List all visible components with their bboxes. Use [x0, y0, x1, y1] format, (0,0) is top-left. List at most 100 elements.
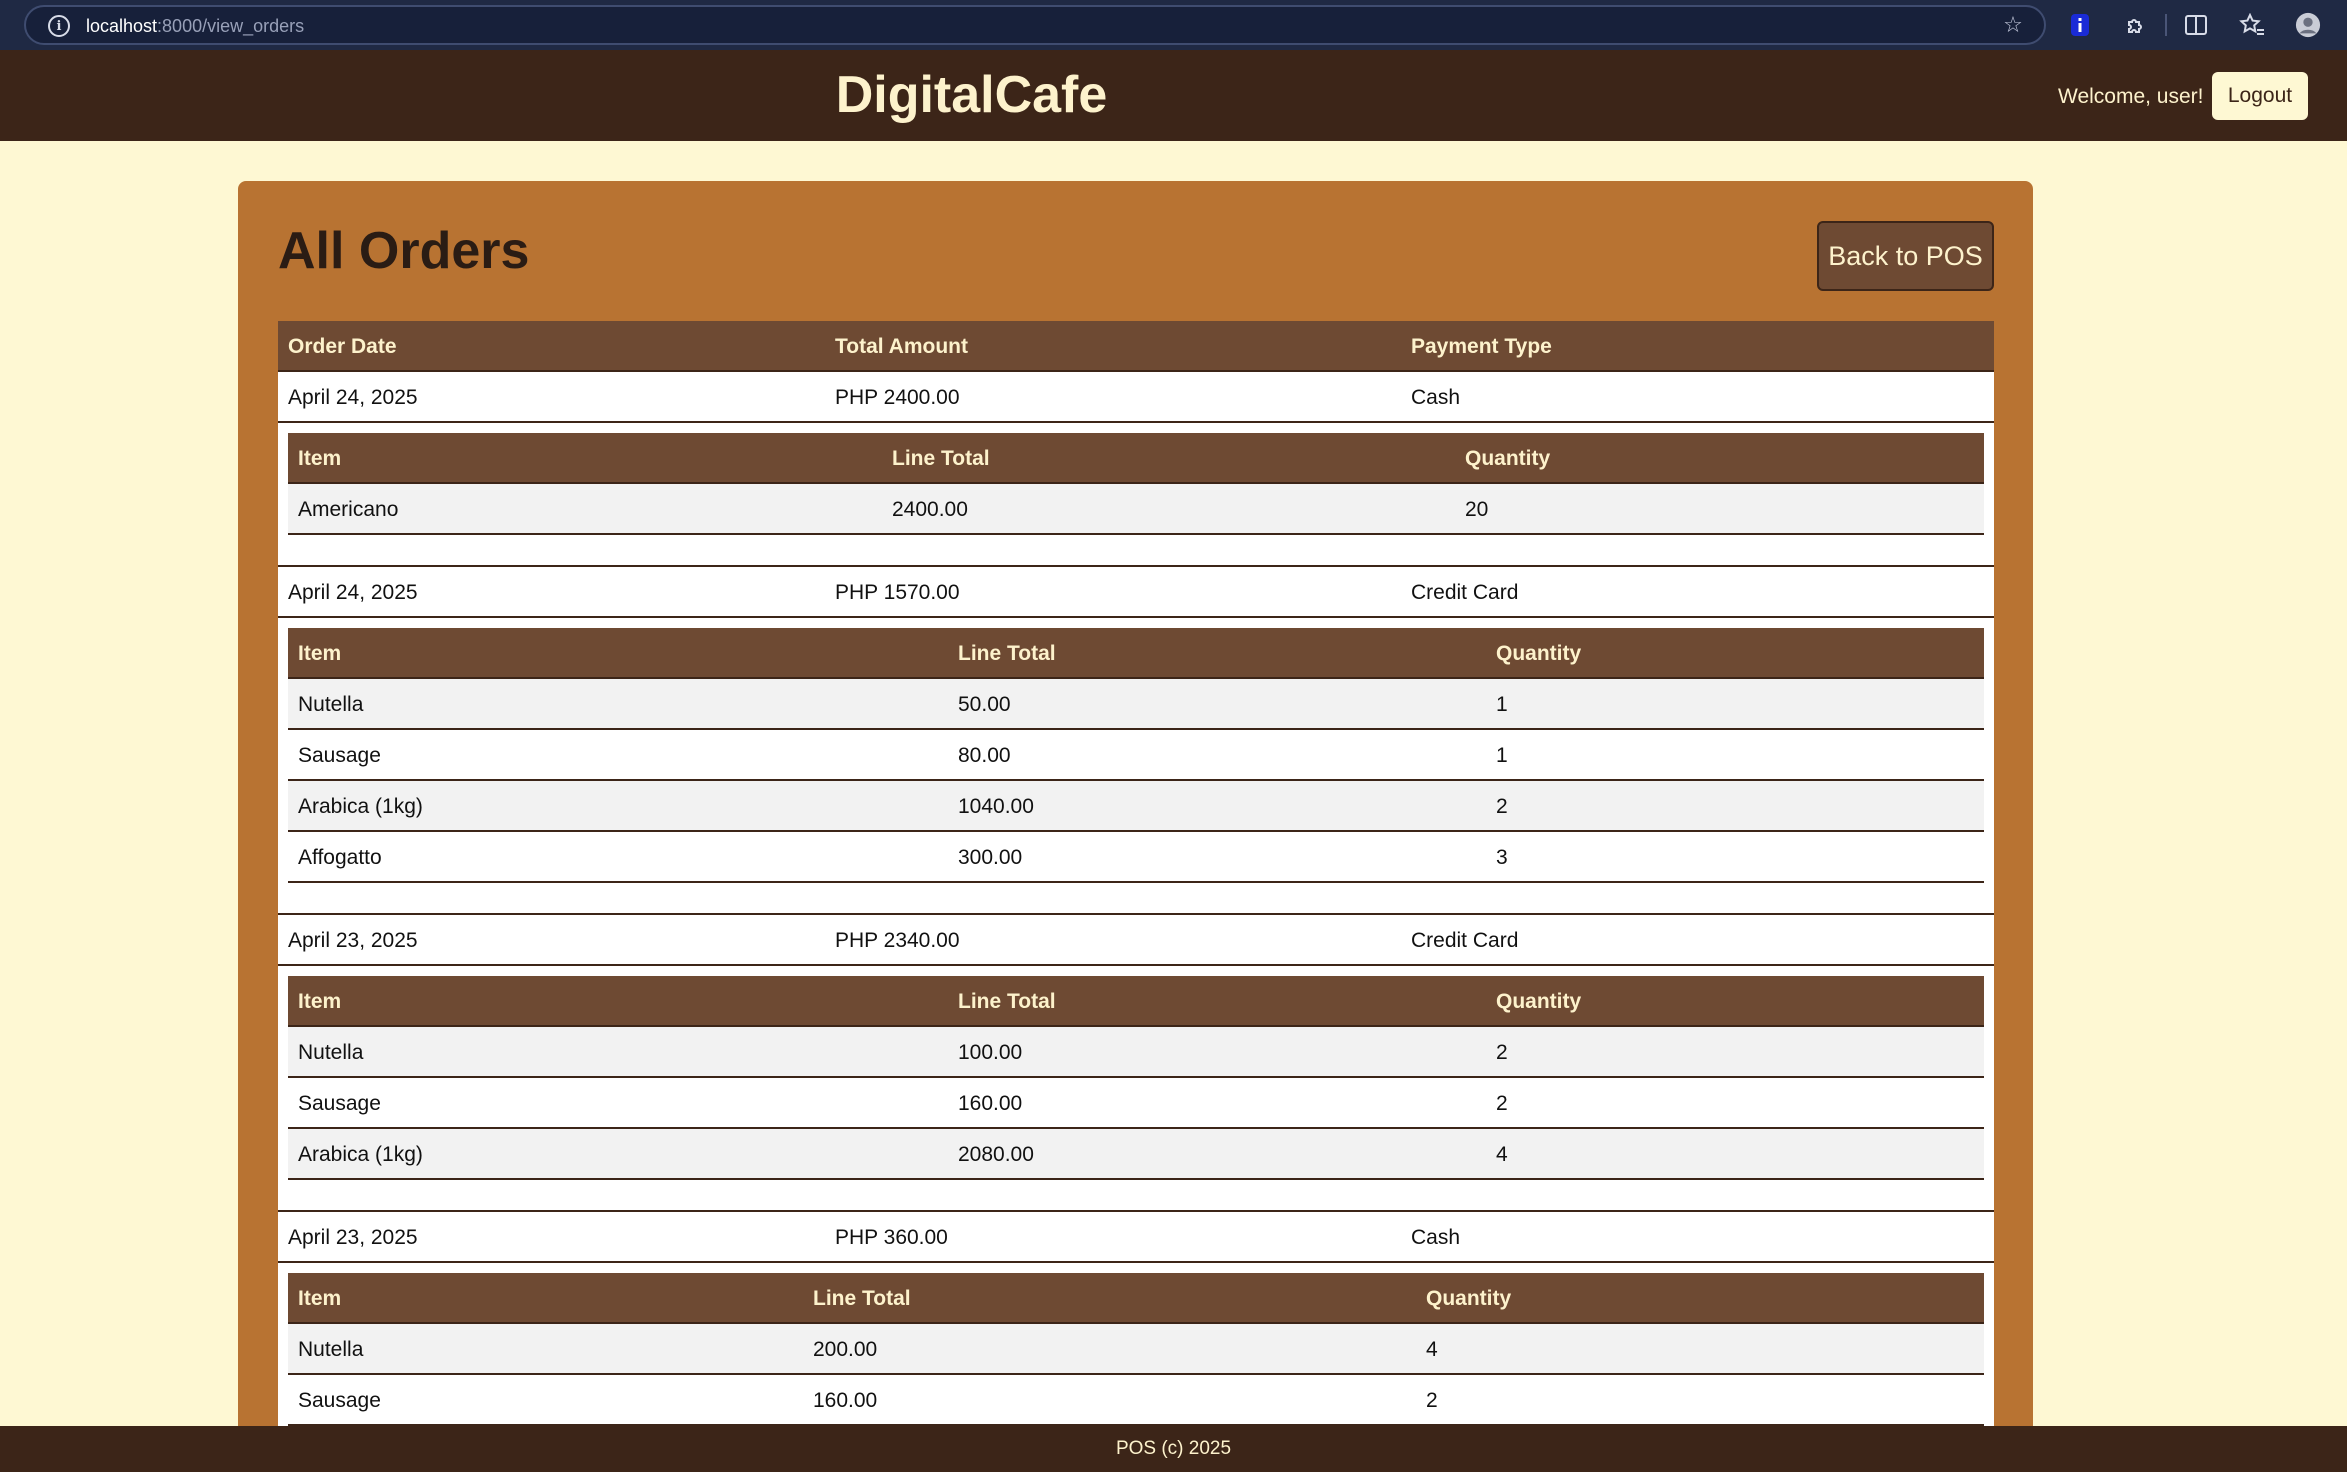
orders-card: All Orders Back to POS Order Date Total …: [238, 181, 2033, 1472]
item-line-total: 80.00: [958, 744, 1011, 767]
order-row[interactable]: April 23, 2025 PHP 2340.00 Credit Card: [278, 915, 1994, 966]
item-name: Sausage: [298, 744, 381, 767]
item-row: Sausage 160.00 2: [288, 1078, 1984, 1129]
column-header-quantity: Quantity: [1426, 1287, 1512, 1310]
column-header-quantity: Quantity: [1465, 447, 1551, 470]
order-row[interactable]: April 24, 2025 PHP 2400.00 Cash: [278, 372, 1994, 423]
item-row: Americano 2400.00 20: [288, 484, 1984, 535]
item-quantity: 2: [1426, 1389, 1438, 1412]
item-line-total: 50.00: [958, 693, 1011, 716]
toolbar-separator: [2165, 14, 2167, 36]
order-payment-type: Credit Card: [1411, 929, 1519, 952]
item-row: Nutella 200.00 4: [288, 1324, 1984, 1375]
extensions-puzzle-icon[interactable]: [2123, 12, 2149, 38]
item-quantity: 2: [1496, 1041, 1508, 1064]
item-quantity: 4: [1496, 1143, 1508, 1166]
brand-title: DigitalCafe: [835, 66, 1108, 124]
column-header-item: Item: [298, 642, 342, 665]
favorites-icon[interactable]: [2239, 12, 2265, 38]
order-total-amount: PHP 360.00: [835, 1226, 948, 1249]
items-table-header: Item Line Total Quantity: [288, 628, 1984, 679]
item-name: Americano: [298, 498, 399, 521]
item-line-total: 160.00: [958, 1092, 1023, 1115]
item-line-total: 2400.00: [892, 498, 968, 521]
item-line-total: 300.00: [958, 846, 1023, 869]
item-row: Affogatto 300.00 3: [288, 832, 1984, 883]
order-date: April 23, 2025: [288, 1226, 418, 1249]
order-payment-type: Cash: [1411, 386, 1461, 409]
order-row[interactable]: April 23, 2025 PHP 360.00 Cash: [278, 1212, 1994, 1263]
item-quantity: 3: [1496, 846, 1508, 869]
column-header-order-date: Order Date: [288, 335, 397, 358]
column-header-line-total: Line Total: [958, 642, 1056, 665]
item-row: Nutella 50.00 1: [288, 679, 1984, 730]
column-header-quantity: Quantity: [1496, 642, 1582, 665]
item-quantity: 4: [1426, 1338, 1438, 1361]
item-row: Arabica (1kg) 1040.00 2: [288, 781, 1984, 832]
extension-shield-icon[interactable]: [2067, 12, 2093, 38]
item-row: Sausage 160.00 2: [288, 1375, 1984, 1426]
order-items-table: Item Line Total Quantity Nutella 200.00 4 Saus…: [288, 1273, 1984, 1426]
page-title: All Orders: [278, 222, 530, 280]
url-host: localhost: [86, 16, 158, 36]
item-row: Nutella 100.00 2: [288, 1027, 1984, 1078]
site-info-icon[interactable]: i: [48, 15, 70, 37]
column-header-line-total: Line Total: [892, 447, 990, 470]
bookmark-star-icon[interactable]: ☆: [2000, 13, 2026, 39]
order-date: April 23, 2025: [288, 929, 418, 952]
column-header-payment-type: Payment Type: [1411, 335, 1552, 358]
items-table-header: Item Line Total Quantity: [288, 976, 1984, 1027]
item-row: Sausage 80.00 1: [288, 730, 1984, 781]
column-header-line-total: Line Total: [958, 990, 1056, 1013]
column-header-line-total: Line Total: [813, 1287, 911, 1310]
order-items-wrapper: Item Line Total Quantity Nutella 100.00 2 Saus…: [278, 966, 1994, 1212]
items-table-header: Item Line Total Quantity: [288, 433, 1984, 484]
app-header: DigitalCafe Welcome, user! Logout: [0, 50, 2347, 141]
order-row[interactable]: April 24, 2025 PHP 1570.00 Credit Card: [278, 567, 1994, 618]
item-name: Sausage: [298, 1389, 381, 1412]
item-quantity: 2: [1496, 795, 1508, 818]
item-name: Nutella: [298, 693, 364, 716]
item-name: Nutella: [298, 1041, 364, 1064]
order-payment-type: Credit Card: [1411, 581, 1519, 604]
order-total-amount: PHP 2340.00: [835, 929, 960, 952]
orders-table: Order Date Total Amount Payment Type Apr…: [278, 321, 1994, 1458]
orders-table-header: Order Date Total Amount Payment Type: [278, 321, 1994, 372]
profile-avatar-icon[interactable]: [2295, 12, 2321, 38]
item-name: Arabica (1kg): [298, 1143, 423, 1166]
back-to-pos-button[interactable]: Back to POS: [1817, 221, 1994, 291]
order-items-table: Item Line Total Quantity Americano 2400.00 20: [288, 433, 1984, 535]
footer: POS (c) 2025: [0, 1426, 2347, 1472]
item-name: Nutella: [298, 1338, 364, 1361]
order-total-amount: PHP 1570.00: [835, 581, 960, 604]
url-path: :8000/view_orders: [157, 16, 305, 36]
split-screen-icon[interactable]: [2183, 12, 2209, 38]
order-date: April 24, 2025: [288, 581, 418, 604]
column-header-total-amount: Total Amount: [835, 335, 968, 358]
item-quantity: 1: [1496, 744, 1508, 767]
item-name: Arabica (1kg): [298, 795, 423, 818]
column-header-item: Item: [298, 990, 342, 1013]
welcome-text: Welcome, user!: [2058, 85, 2204, 108]
order-total-amount: PHP 2400.00: [835, 386, 960, 409]
item-quantity: 2: [1496, 1092, 1508, 1115]
item-line-total: 1040.00: [958, 795, 1034, 818]
address-bar[interactable]: i localhost:8000/view_orders ☆: [24, 5, 2046, 45]
order-items-wrapper: Item Line Total Quantity Nutella 50.00 1 Sausa…: [278, 618, 1994, 915]
items-table-header: Item Line Total Quantity: [288, 1273, 1984, 1324]
order-date: April 24, 2025: [288, 386, 418, 409]
item-name: Sausage: [298, 1092, 381, 1115]
column-header-item: Item: [298, 447, 342, 470]
order-payment-type: Cash: [1411, 1226, 1461, 1249]
item-line-total: 160.00: [813, 1389, 878, 1412]
url-text[interactable]: localhost:8000/view_orders: [86, 16, 304, 37]
column-header-item: Item: [298, 1287, 342, 1310]
item-line-total: 2080.00: [958, 1143, 1034, 1166]
item-row: Arabica (1kg) 2080.00 4: [288, 1129, 1984, 1180]
order-items-wrapper: Item Line Total Quantity Americano 2400.00 20: [278, 423, 1994, 567]
item-name: Affogatto: [298, 846, 382, 869]
item-quantity: 1: [1496, 693, 1508, 716]
order-items-table: Item Line Total Quantity Nutella 50.00 1 Sausa…: [288, 628, 1984, 883]
logout-button[interactable]: Logout: [2212, 72, 2308, 120]
item-line-total: 200.00: [813, 1338, 878, 1361]
